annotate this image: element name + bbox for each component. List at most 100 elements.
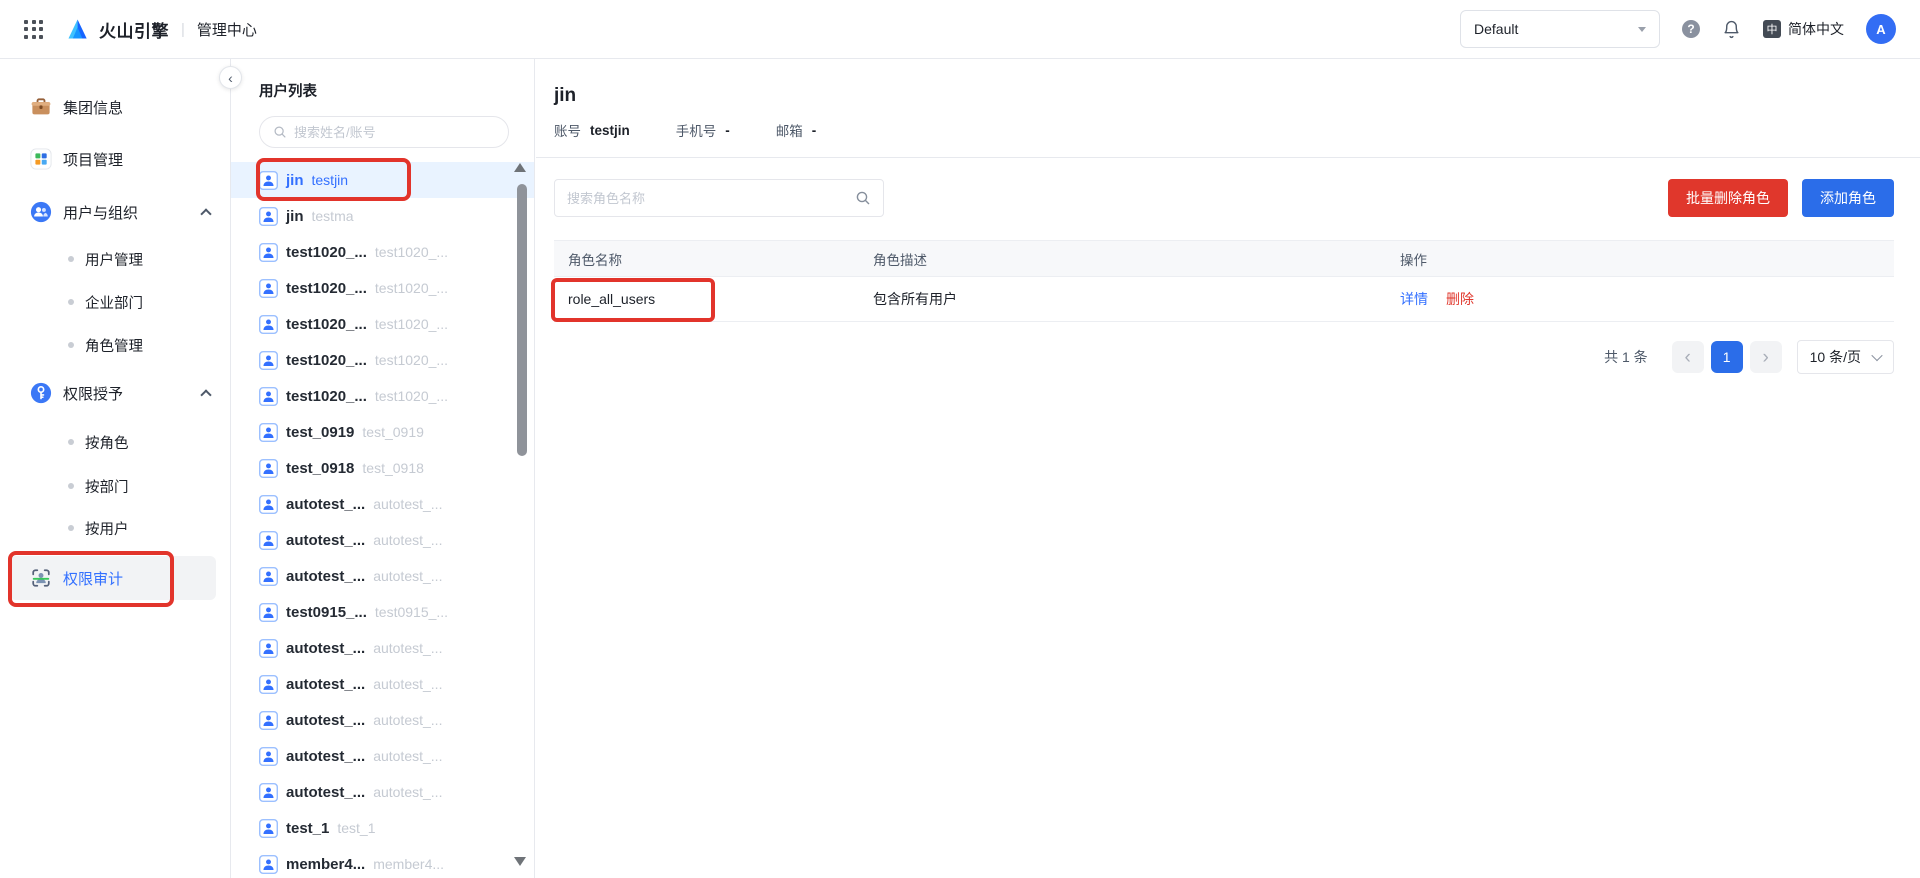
- user-avatar-icon: [259, 170, 278, 190]
- user-list-item[interactable]: autotest_... autotest_...: [231, 522, 534, 558]
- user-name: test0915_...: [286, 603, 367, 621]
- user-list-item[interactable]: autotest_... autotest_...: [231, 630, 534, 666]
- user-list-item[interactable]: member4... member4...: [231, 846, 534, 878]
- role-table-body: role_all_users 包含所有用户 详情 删除: [554, 277, 1894, 322]
- user-list-item[interactable]: autotest_... autotest_...: [231, 558, 534, 594]
- user-name: member4...: [286, 855, 366, 873]
- chevron-up-icon[interactable]: [200, 207, 212, 220]
- meta-label: 手机号: [675, 124, 717, 139]
- sidebar-item-users-org[interactable]: 用户与组织: [0, 190, 230, 234]
- divider: |: [181, 20, 185, 38]
- sidebar-item-by-user[interactable]: 按用户: [0, 510, 230, 546]
- language-switcher[interactable]: 中 简体中文: [1763, 19, 1844, 39]
- sidebar-item-enterprise-dept[interactable]: 企业部门: [0, 284, 230, 320]
- sidebar-item-label: 集团信息: [63, 99, 124, 117]
- user-list-item[interactable]: test_0919 test_0919: [231, 414, 534, 450]
- sidebar-item-perm-grant[interactable]: 权限授予: [0, 371, 230, 415]
- role-name-cell: role_all_users: [568, 291, 656, 307]
- brand-logo[interactable]: 火山引擎: [65, 16, 169, 42]
- user-account: test1020_...: [374, 388, 449, 404]
- user-list-item[interactable]: jin testma: [231, 198, 534, 234]
- sidebar-item-label: 角色管理: [85, 338, 143, 355]
- column-role-name: 角色名称: [568, 252, 622, 268]
- users-icon: [30, 201, 52, 223]
- chevron-down-icon: [1871, 349, 1883, 362]
- next-page-button[interactable]: ›: [1749, 341, 1782, 373]
- user-list-item[interactable]: autotest_... autotest_...: [231, 702, 534, 738]
- user-list-item[interactable]: test1020_... test1020_...: [231, 270, 534, 306]
- sidebar-item-by-role[interactable]: 按角色: [0, 424, 230, 460]
- chevron-up-icon[interactable]: [200, 388, 212, 401]
- sidebar-item-by-dept[interactable]: 按部门: [0, 468, 230, 504]
- scroll-up-arrow-icon[interactable]: [514, 163, 526, 172]
- app-launcher-icon[interactable]: [24, 19, 43, 39]
- workspace-select[interactable]: Default: [1460, 10, 1660, 48]
- avatar[interactable]: A: [1866, 14, 1896, 44]
- user-list-item[interactable]: jin testjin: [231, 162, 534, 198]
- notification-bell-icon[interactable]: [1722, 20, 1741, 39]
- brand-name: 火山引擎: [99, 21, 169, 41]
- user-avatar-icon: [259, 314, 278, 334]
- user-account: autotest_...: [373, 532, 443, 548]
- sidebar-item-label: 项目管理: [63, 151, 124, 169]
- user-avatar-icon: [259, 818, 278, 838]
- bullet-icon: [68, 299, 74, 305]
- user-list-item[interactable]: autotest_... autotest_...: [231, 486, 534, 522]
- sidebar-item-user-mgmt[interactable]: 用户管理: [0, 241, 230, 277]
- user-account: test0915_...: [374, 604, 449, 620]
- user-list-item[interactable]: test0915_... test0915_...: [231, 594, 534, 630]
- add-role-button[interactable]: 添加角色: [1802, 179, 1894, 217]
- scroll-down-arrow-icon[interactable]: [514, 857, 526, 866]
- sidebar-item-group-info[interactable]: 集团信息: [0, 85, 230, 129]
- user-list-item[interactable]: test1020_... test1020_...: [231, 342, 534, 378]
- batch-delete-role-button[interactable]: 批量删除角色: [1668, 179, 1788, 217]
- bullet-icon: [68, 256, 74, 262]
- user-avatar-icon: [259, 530, 278, 550]
- user-list-item[interactable]: test_1 test_1: [231, 810, 534, 846]
- user-name: test1020_...: [286, 315, 367, 333]
- panel-collapse-button[interactable]: ‹: [219, 66, 242, 89]
- bullet-icon: [68, 342, 74, 348]
- search-icon[interactable]: [855, 190, 871, 206]
- detail-link[interactable]: 详情: [1400, 291, 1428, 307]
- user-account: member4...: [373, 856, 445, 872]
- column-actions: 操作: [1400, 252, 1427, 268]
- audit-scan-icon: [32, 569, 50, 587]
- sidebar-item-label: 权限审计: [63, 570, 124, 588]
- current-page-button[interactable]: 1: [1710, 341, 1743, 373]
- user-account: test_0918: [362, 460, 424, 476]
- sidebar-item-label: 用户管理: [85, 252, 143, 269]
- user-name: jin: [286, 207, 304, 225]
- user-account: test1020_...: [374, 244, 449, 260]
- sidebar-item-perm-audit[interactable]: 权限审计: [10, 556, 216, 600]
- prev-page-button[interactable]: ‹: [1671, 341, 1704, 373]
- main-content: jin 账号testjin手机号-邮箱- 批量删除角色 添加角色 角色名称 角色…: [536, 59, 1920, 878]
- user-name: autotest_...: [286, 567, 366, 585]
- user-list-item[interactable]: test1020_... test1020_...: [231, 234, 534, 270]
- role-search-input[interactable]: [567, 190, 847, 206]
- user-list-item[interactable]: autotest_... autotest_...: [231, 774, 534, 810]
- user-list-item[interactable]: test1020_... test1020_...: [231, 378, 534, 414]
- role-search-box[interactable]: [554, 179, 884, 217]
- role-desc-cell: 包含所有用户: [873, 291, 957, 307]
- user-search-input[interactable]: [294, 124, 495, 140]
- user-search-box[interactable]: [259, 116, 509, 148]
- user-list-item[interactable]: autotest_... autotest_...: [231, 666, 534, 702]
- sidebar-item-role-mgmt[interactable]: 角色管理: [0, 327, 230, 363]
- user-list-item[interactable]: autotest_... autotest_...: [231, 738, 534, 774]
- role-table-header: 角色名称 角色描述 操作: [554, 240, 1894, 277]
- delete-link[interactable]: 删除: [1446, 291, 1474, 307]
- user-name: test1020_...: [286, 387, 367, 405]
- scrollbar-thumb[interactable]: [517, 184, 527, 456]
- help-icon[interactable]: ?: [1682, 20, 1700, 38]
- sidebar-item-project-mgmt[interactable]: 项目管理: [0, 137, 230, 181]
- role-table: 角色名称 角色描述 操作 role_all_users 包含所有用户 详情 删除: [554, 240, 1894, 322]
- user-list-item[interactable]: test1020_... test1020_...: [231, 306, 534, 342]
- user-list-item[interactable]: test_0918 test_0918: [231, 450, 534, 486]
- meta-value: testjin: [590, 122, 630, 138]
- language-icon: 中: [1763, 20, 1781, 38]
- page-size-select[interactable]: 10 条/页: [1796, 340, 1894, 374]
- user-name: test1020_...: [286, 243, 367, 261]
- user-name: autotest_...: [286, 747, 366, 765]
- user-avatar-icon: [259, 602, 278, 622]
